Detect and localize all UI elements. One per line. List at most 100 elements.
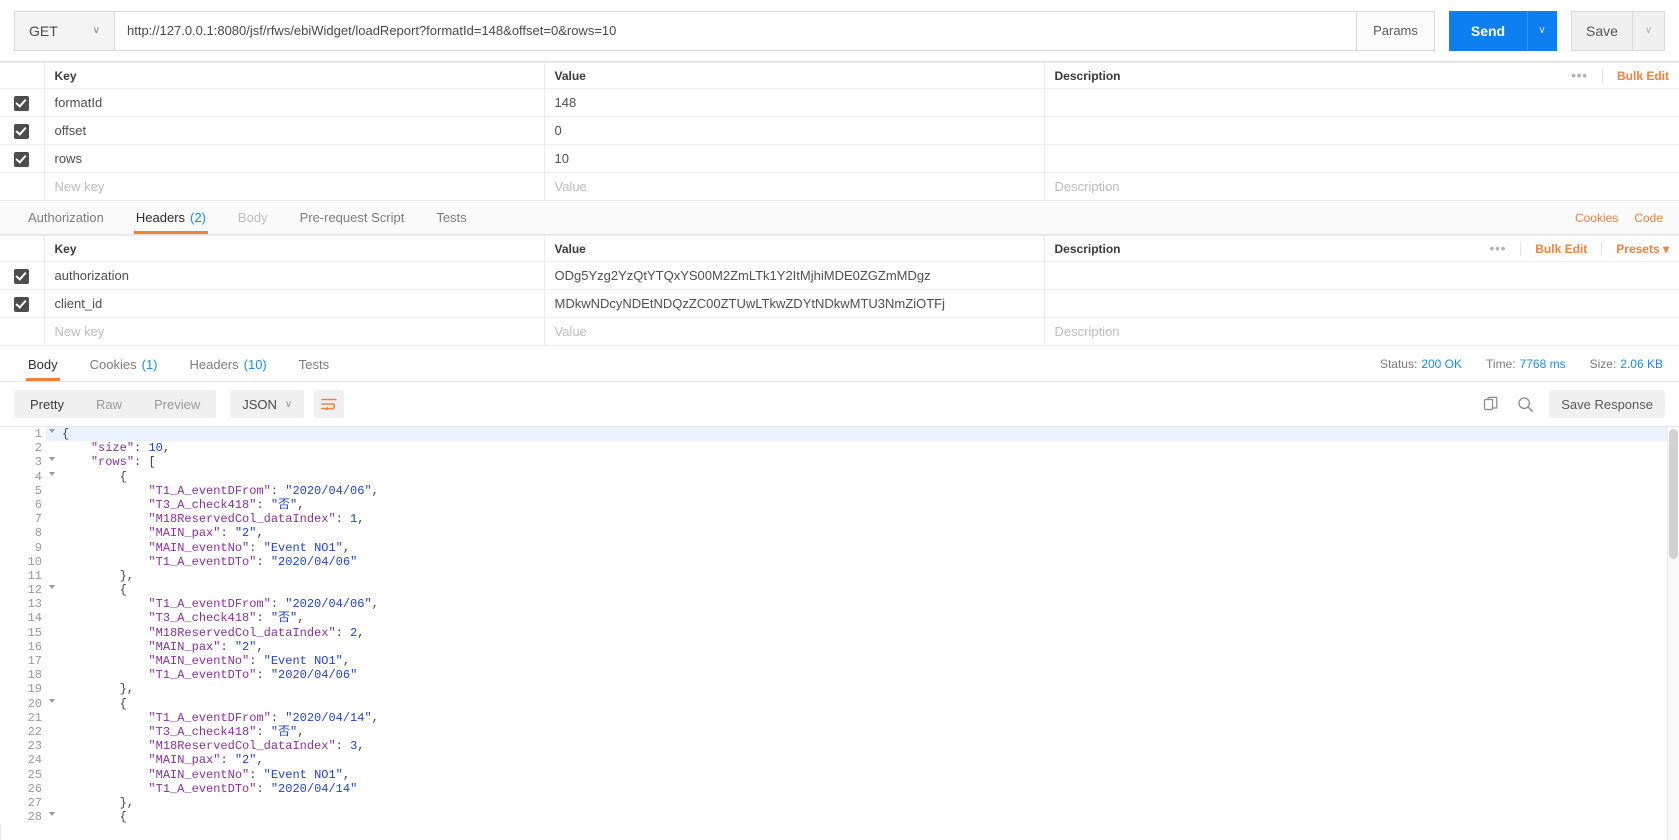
- code-line[interactable]: 7 "M18ReservedCol_dataIndex": 1,: [0, 512, 1679, 527]
- params-more-options-icon[interactable]: •••: [1571, 68, 1588, 83]
- headers-value-0[interactable]: ODg5Yzg2YzQtYTQxYS00M2ZmLTk1Y2ItMjhiMDE0…: [543, 261, 1045, 290]
- code-line[interactable]: 6 "T3_A_check418": "否",: [0, 497, 1679, 513]
- send-button[interactable]: Send: [1449, 10, 1527, 51]
- table-row[interactable]: client_id MDkwNDcyNDEtNDQzZC00ZTUwLTkwZD…: [0, 289, 1679, 318]
- code-line[interactable]: 19 },: [0, 682, 1679, 697]
- params-row-checkbox-0[interactable]: [0, 88, 45, 117]
- params-value-1[interactable]: 0: [543, 116, 1045, 145]
- headers-key-1[interactable]: client_id: [43, 289, 545, 318]
- save-response-button[interactable]: Save Response: [1549, 390, 1665, 418]
- tab-authorization[interactable]: Authorization: [12, 201, 120, 234]
- wrap-lines-button[interactable]: [314, 390, 345, 418]
- headers-new-row-checkbox[interactable]: [0, 317, 45, 346]
- code-line[interactable]: 18 "T1_A_eventDTo": "2020/04/06": [0, 668, 1679, 683]
- code-line[interactable]: 15 "M18ReservedCol_dataIndex": 2,: [0, 625, 1679, 640]
- view-mode-raw[interactable]: Raw: [80, 390, 138, 418]
- params-new-row-checkbox[interactable]: [0, 172, 45, 201]
- headers-new-description-input[interactable]: Description: [1043, 317, 1679, 346]
- code-line[interactable]: 27 },: [0, 795, 1679, 811]
- params-row-checkbox-2[interactable]: [0, 144, 45, 173]
- view-mode-pretty[interactable]: Pretty: [14, 390, 80, 418]
- params-new-value-input[interactable]: Value: [543, 172, 1045, 201]
- headers-description-0[interactable]: [1043, 261, 1679, 290]
- response-tab-headers[interactable]: Headers (10): [174, 348, 283, 381]
- code-line[interactable]: 9 "MAIN_eventNo": "Event NO1",: [0, 540, 1679, 555]
- code-line[interactable]: 12 {: [0, 583, 1679, 598]
- send-options-chevron-down-icon[interactable]: ∨: [1527, 10, 1557, 51]
- code-line[interactable]: 14 "T3_A_check418": "否",: [0, 611, 1679, 626]
- code-line[interactable]: 8 "MAIN_pax": "2",: [0, 526, 1679, 541]
- params-key-1[interactable]: offset: [43, 116, 545, 145]
- code-link[interactable]: Code: [1634, 211, 1663, 225]
- code-line[interactable]: 3 "rows": [: [0, 455, 1679, 470]
- editor-scrollbar[interactable]: [1667, 427, 1679, 840]
- save-button[interactable]: Save: [1571, 10, 1633, 51]
- response-body-editor[interactable]: 1{2 "size": 10, 3 "rows": [4 {5 "T1_A_eve…: [0, 426, 1679, 840]
- code-line[interactable]: 16 "MAIN_pax": "2",: [0, 639, 1679, 655]
- code-line[interactable]: 26 "T1_A_eventDTo": "2020/04/14": [0, 781, 1679, 796]
- checkbox-checked-icon[interactable]: [14, 95, 30, 111]
- fold-toggle-icon[interactable]: [49, 585, 55, 590]
- code-line[interactable]: 22 "T3_A_check418": "否",: [0, 724, 1679, 740]
- code-line[interactable]: 21 "T1_A_eventDFrom": "2020/04/14",: [0, 710, 1679, 725]
- fold-toggle-icon[interactable]: [49, 429, 55, 433]
- response-tab-tests[interactable]: Tests: [283, 348, 345, 381]
- checkbox-checked-icon[interactable]: [14, 151, 30, 167]
- table-row[interactable]: authorization ODg5Yzg2YzQtYTQxYS00M2ZmLT…: [0, 261, 1679, 290]
- checkbox-checked-icon[interactable]: [14, 296, 30, 312]
- table-row[interactable]: formatId 148: [0, 88, 1679, 117]
- params-description-1[interactable]: [1043, 116, 1679, 145]
- params-value-0[interactable]: 148: [543, 88, 1045, 117]
- params-key-2[interactable]: rows: [43, 144, 545, 173]
- params-new-key-input[interactable]: New key: [43, 172, 545, 201]
- code-line[interactable]: 4 {: [0, 469, 1679, 484]
- view-mode-preview[interactable]: Preview: [138, 390, 216, 418]
- tab-body[interactable]: Body: [222, 201, 284, 234]
- headers-bulk-edit-link[interactable]: Bulk Edit: [1535, 242, 1587, 256]
- save-options-chevron-down-icon[interactable]: ∨: [1633, 10, 1665, 51]
- fold-toggle-icon[interactable]: [49, 457, 55, 462]
- params-new-row[interactable]: New key Value Description: [0, 172, 1679, 201]
- http-method-select[interactable]: GET ∨: [14, 10, 114, 51]
- headers-row-checkbox-1[interactable]: [0, 289, 45, 318]
- headers-description-1[interactable]: [1043, 289, 1679, 318]
- response-tab-body[interactable]: Body: [12, 348, 74, 381]
- search-button[interactable]: [1515, 394, 1535, 414]
- checkbox-checked-icon[interactable]: [14, 268, 30, 284]
- code-line[interactable]: 28 {: [0, 810, 1679, 825]
- response-tab-cookies[interactable]: Cookies (1): [74, 348, 174, 381]
- params-button[interactable]: Params: [1357, 10, 1435, 51]
- code-line[interactable]: 1{: [0, 427, 1679, 442]
- params-bulk-edit-link[interactable]: Bulk Edit: [1617, 69, 1669, 83]
- code-line[interactable]: 23 "M18ReservedCol_dataIndex": 3,: [0, 739, 1679, 754]
- fold-toggle-icon[interactable]: [49, 812, 55, 817]
- code-line[interactable]: 17 "MAIN_eventNo": "Event NO1",: [0, 654, 1679, 669]
- cookies-link[interactable]: Cookies: [1575, 211, 1618, 225]
- params-description-2[interactable]: [1043, 144, 1679, 173]
- code-line[interactable]: 20 {: [0, 696, 1679, 711]
- params-new-description-input[interactable]: Description: [1043, 172, 1679, 201]
- headers-key-0[interactable]: authorization: [43, 261, 545, 290]
- code-line[interactable]: 11 },: [0, 568, 1679, 584]
- code-line[interactable]: 2 "size": 10,: [0, 441, 1679, 456]
- code-line[interactable]: 13 "T1_A_eventDFrom": "2020/04/06",: [0, 597, 1679, 612]
- code-line[interactable]: 24 "MAIN_pax": "2",: [0, 753, 1679, 768]
- editor-scrollbar-thumb[interactable]: [1669, 429, 1678, 559]
- params-description-0[interactable]: [1043, 88, 1679, 117]
- checkbox-checked-icon[interactable]: [14, 123, 30, 139]
- copy-button[interactable]: [1481, 394, 1501, 414]
- headers-new-row[interactable]: New key Value Description: [0, 317, 1679, 346]
- table-row[interactable]: offset 0: [0, 116, 1679, 145]
- fold-toggle-icon[interactable]: [49, 471, 55, 476]
- headers-row-checkbox-0[interactable]: [0, 261, 45, 290]
- request-url-input[interactable]: http://127.0.0.1:8080/jsf/rfws/ebiWidget…: [114, 10, 1357, 51]
- headers-new-key-input[interactable]: New key: [43, 317, 545, 346]
- response-body-code[interactable]: 1{2 "size": 10, 3 "rows": [4 {5 "T1_A_eve…: [0, 427, 1679, 825]
- tab-pre-request-script[interactable]: Pre-request Script: [284, 201, 421, 234]
- headers-new-value-input[interactable]: Value: [543, 317, 1045, 346]
- tab-tests[interactable]: Tests: [420, 201, 482, 234]
- params-row-checkbox-1[interactable]: [0, 116, 45, 145]
- fold-toggle-icon[interactable]: [49, 698, 55, 703]
- headers-value-1[interactable]: MDkwNDcyNDEtNDQzZC00ZTUwLTkwZDYtNDkwMTU3…: [543, 289, 1045, 318]
- params-key-0[interactable]: formatId: [43, 88, 545, 117]
